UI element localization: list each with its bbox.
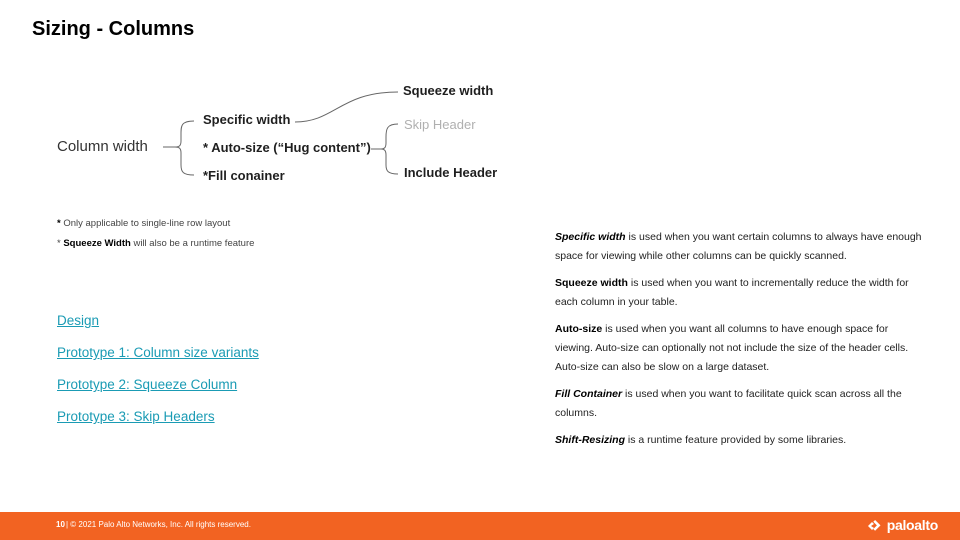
desc-auto-size: Auto-size is used when you want all colu…: [555, 323, 909, 373]
footer-bar: 10 | © 2021 Palo Alto Networks, Inc. All…: [0, 512, 960, 540]
diagram-node-include-header: Include Header: [404, 165, 498, 180]
link-prototype-2[interactable]: Prototype 2: Squeeze Column: [57, 375, 259, 394]
footnote-2: * Squeeze Width will also be a runtime f…: [57, 238, 255, 249]
link-list: Design Prototype 1: Column size variants…: [57, 311, 259, 439]
diagram-root-label: Column width: [57, 138, 148, 155]
diagram-node-fill-container: *Fill conainer: [203, 168, 285, 183]
paloalto-chevrons-icon: [867, 520, 881, 532]
copyright-text: | © 2021 Palo Alto Networks, Inc. All ri…: [66, 520, 251, 529]
desc-squeeze-width: Squeeze width is used when you want to i…: [555, 277, 909, 308]
right-brace: [380, 123, 399, 175]
left-brace: [174, 120, 195, 176]
diagram-node-squeeze-width: Squeeze width: [403, 83, 494, 98]
desc-fill-container: Fill Container is used when you want to …: [555, 388, 902, 419]
footnotes: * Only applicable to single-line row lay…: [57, 214, 254, 254]
diagram-node-auto-size: * Auto-size (“Hug content”): [203, 140, 371, 155]
squeeze-connector: [294, 91, 399, 123]
desc-specific-width: Specific width is used when you want cer…: [555, 231, 922, 262]
page-number: 10: [56, 520, 65, 529]
footnote-1: * Only applicable to single-line row lay…: [57, 218, 231, 229]
link-prototype-3[interactable]: Prototype 3: Skip Headers: [57, 407, 259, 426]
link-design[interactable]: Design: [57, 311, 259, 330]
page-title: Sizing - Columns: [32, 18, 195, 40]
diagram-node-skip-header: Skip Header: [404, 117, 476, 132]
desc-shift-resizing: Shift-Resizing is a runtime feature prov…: [555, 434, 847, 446]
link-prototype-1[interactable]: Prototype 1: Column size variants: [57, 343, 259, 362]
diagram-node-specific-width: Specific width: [203, 112, 291, 127]
description-panel: Specific width is used when you want cer…: [555, 228, 925, 458]
paloalto-logo: paloalto: [866, 517, 938, 533]
